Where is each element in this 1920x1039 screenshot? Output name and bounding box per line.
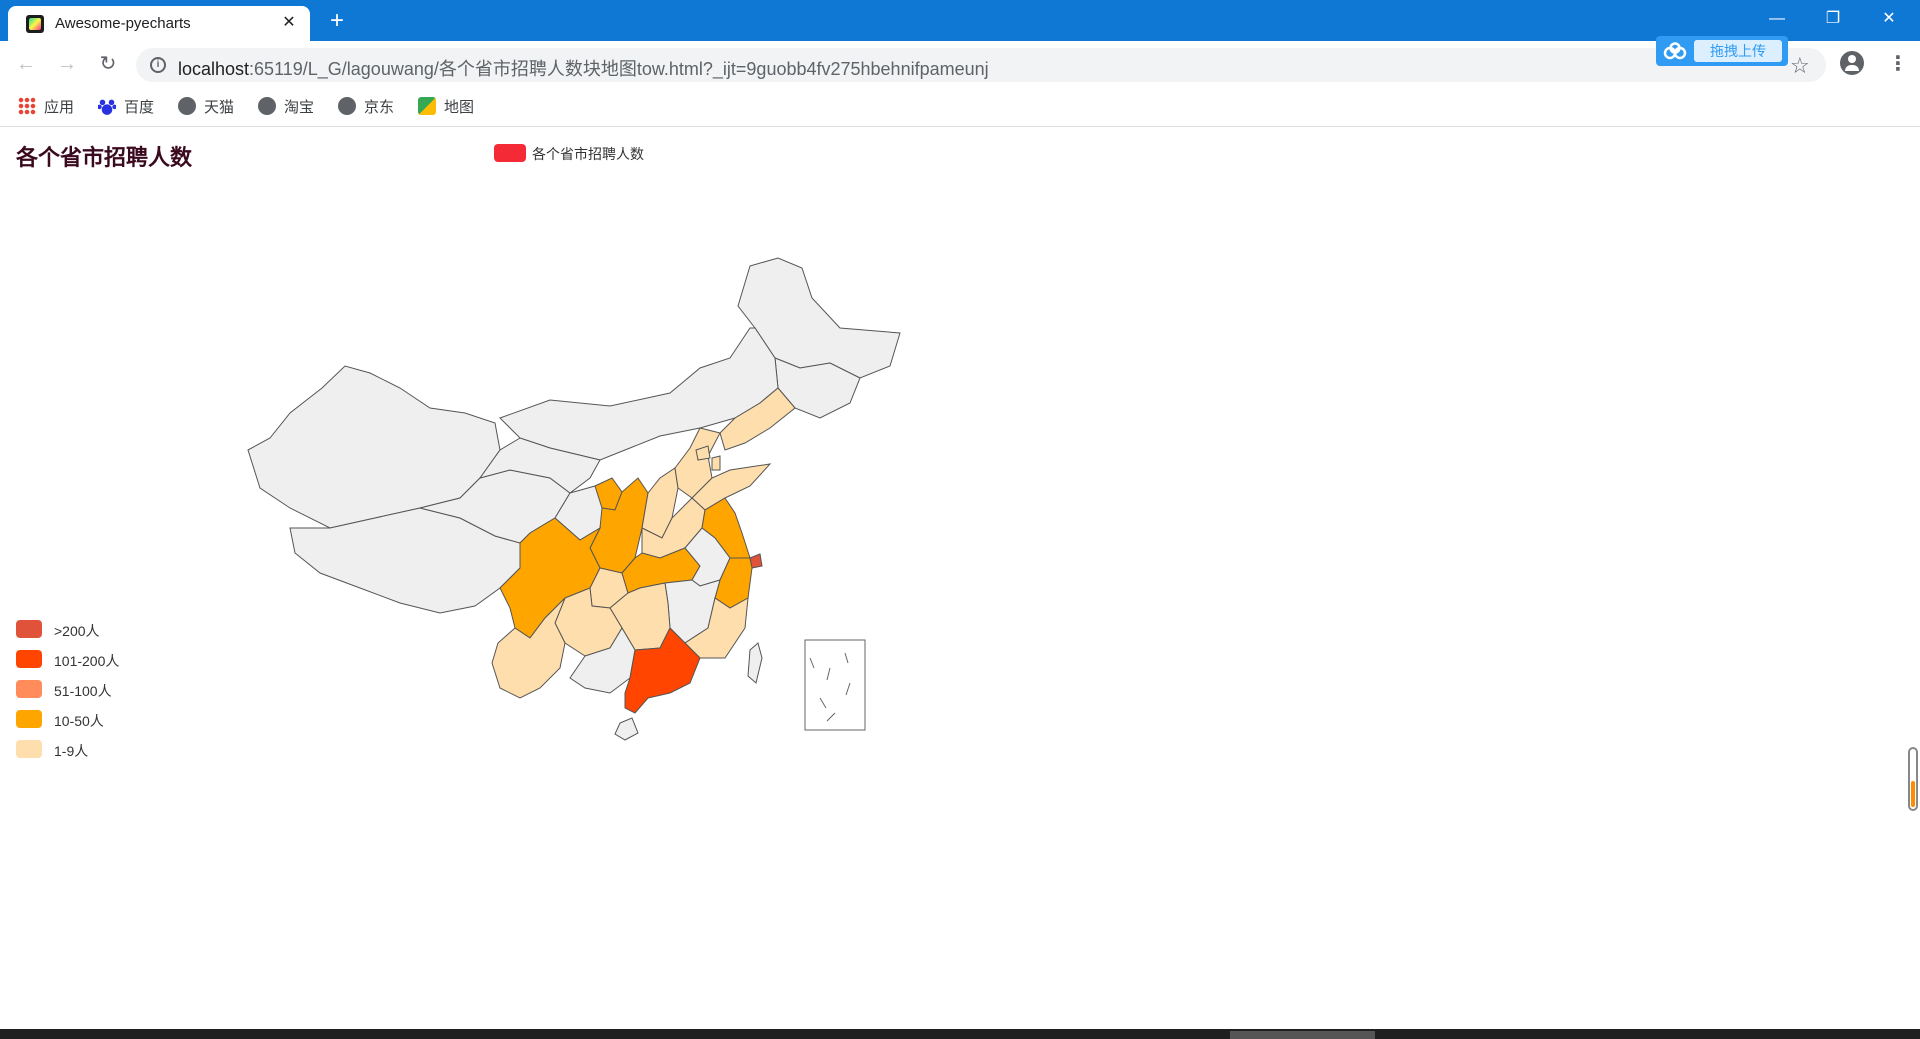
close-window-button[interactable]: ✕: [1866, 4, 1912, 34]
visual-map-label: >200人: [54, 623, 100, 639]
reload-button[interactable]: ↻: [94, 50, 122, 78]
new-tab-button[interactable]: +: [324, 9, 350, 35]
legend-item[interactable]: 各个省市招聘人数: [494, 144, 644, 164]
bookmark-label: 地图: [444, 99, 475, 116]
region-hainan: [614, 717, 639, 741]
visual-map-swatch: [16, 620, 42, 638]
visual-map-swatch: [16, 740, 42, 758]
bookmark-label: 百度: [124, 99, 155, 116]
visual-map-piece[interactable]: 51-100人: [16, 680, 156, 700]
visual-map-swatch: [16, 710, 42, 728]
visual-map-piece[interactable]: 1-9人: [16, 740, 156, 760]
bookmark-taobao[interactable]: 淘宝: [258, 96, 314, 118]
china-map[interactable]: [230, 188, 930, 748]
bookmark-label: 京东: [364, 99, 395, 116]
bookmark-star-icon[interactable]: ☆: [1790, 53, 1810, 79]
restore-button[interactable]: ❐: [1810, 4, 1856, 34]
bookmark-tmall[interactable]: 天猫: [178, 96, 234, 118]
globe-icon: [258, 97, 276, 115]
account-icon[interactable]: [1840, 51, 1864, 75]
region-tianjin: [711, 455, 721, 471]
legend-swatch: [494, 144, 526, 162]
cloud-icon: [1663, 42, 1687, 60]
bookmark-baidu[interactable]: 百度: [98, 96, 154, 118]
visual-map-piece[interactable]: 10-50人: [16, 710, 156, 730]
bookmarks-bar: 应用 百度 天猫 淘宝 京东 地图: [0, 87, 1920, 127]
forward-button[interactable]: →: [53, 50, 81, 78]
baidu-upload-widget[interactable]: 拖拽上传: [1656, 36, 1788, 66]
bookmark-label: 天猫: [204, 99, 235, 116]
apps-grid-icon: [18, 97, 36, 115]
legend-label: 各个省市招聘人数: [532, 146, 644, 162]
page-content: 各个省市招聘人数 各个省市招聘人数 >200人 101-200人 51-100人…: [0, 128, 1920, 1028]
bookmark-jd[interactable]: 京东: [338, 96, 394, 118]
visual-map-label: 1-9人: [54, 743, 89, 759]
baidu-paw-icon: [98, 97, 116, 115]
bookmark-label: 淘宝: [284, 99, 315, 116]
site-info-icon[interactable]: i: [150, 57, 166, 73]
visual-map-swatch: [16, 650, 42, 668]
south-china-sea-inset: [804, 639, 866, 731]
datazoom-slider[interactable]: [1908, 747, 1918, 811]
maps-pin-icon: [418, 97, 436, 115]
tab-title: Awesome-pyecharts: [55, 15, 191, 32]
bookmark-label: 应用: [44, 99, 75, 116]
visual-map-label: 51-100人: [54, 683, 112, 699]
browser-toolbar: ← → ↻ i localhost:65119/L_G/lagouwang/各个…: [0, 41, 1920, 87]
back-button[interactable]: ←: [12, 50, 40, 78]
globe-icon: [338, 97, 356, 115]
visual-map-swatch: [16, 680, 42, 698]
url-text[interactable]: localhost:65119/L_G/lagouwang/各个省市招聘人数块地…: [178, 55, 989, 81]
visual-map-piece[interactable]: 101-200人: [16, 650, 156, 670]
visual-map-piece[interactable]: >200人: [16, 620, 156, 640]
address-bar[interactable]: i localhost:65119/L_G/lagouwang/各个省市招聘人数…: [136, 48, 1826, 82]
close-tab-icon[interactable]: ✕: [278, 12, 300, 34]
taskbar: [0, 1029, 1920, 1039]
pycharm-favicon-icon: [26, 15, 44, 33]
bookmark-apps[interactable]: 应用: [18, 96, 74, 118]
bookmark-maps[interactable]: 地图: [418, 96, 474, 118]
url-host: localhost: [178, 59, 250, 79]
visual-map-label: 101-200人: [54, 653, 120, 669]
url-path: :65119/L_G/lagouwang/各个省市招聘人数块地图tow.html…: [249, 59, 989, 79]
chart-title: 各个省市招聘人数: [16, 145, 193, 170]
globe-icon: [178, 97, 196, 115]
visual-map-label: 10-50人: [54, 713, 104, 729]
region-taiwan: [747, 642, 763, 684]
browser-tab[interactable]: Awesome-pyecharts ✕: [8, 6, 310, 41]
minimize-button[interactable]: —: [1754, 4, 1800, 34]
browser-menu-icon[interactable]: ⋮: [1888, 51, 1908, 76]
taskbar-active-item[interactable]: [1230, 1031, 1375, 1039]
upload-label: 拖拽上传: [1694, 40, 1782, 62]
browser-titlebar: Awesome-pyecharts ✕ + — ❐ ✕: [0, 0, 1920, 41]
